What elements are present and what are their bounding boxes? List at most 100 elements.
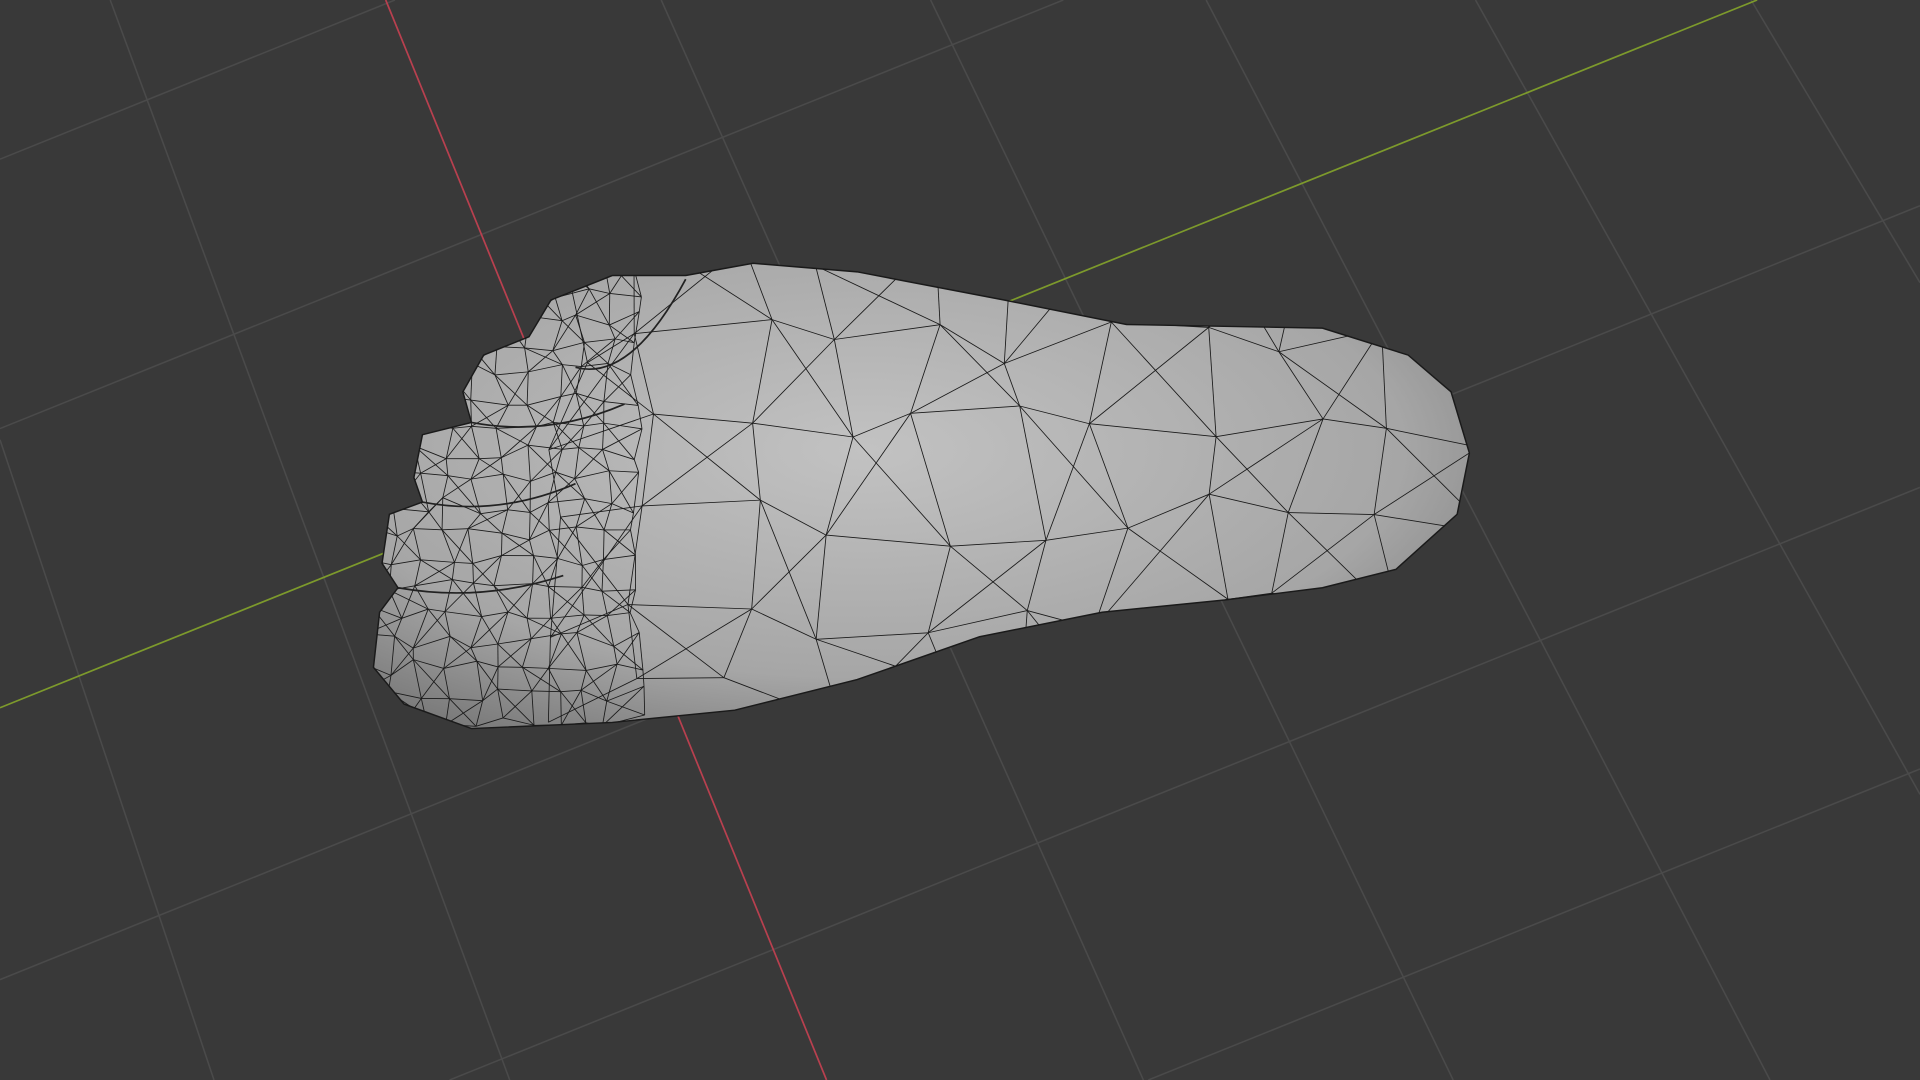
mesh-edge: [420, 343, 456, 368]
mesh-edge: [364, 390, 373, 422]
mesh-edge: [1271, 592, 1402, 624]
mesh-edge: [391, 419, 415, 447]
mesh-edge: [396, 322, 419, 337]
mesh-edge: [373, 344, 390, 373]
mesh-edge: [532, 265, 536, 294]
mesh-edge: [373, 372, 375, 391]
mesh-edge: [360, 257, 370, 292]
mesh-edge: [467, 315, 478, 343]
mesh-edge: [1401, 622, 1470, 634]
mesh-edge: [373, 564, 392, 590]
mesh-edge: [418, 393, 454, 429]
mesh-edge: [364, 423, 368, 453]
mesh-edge: [361, 558, 372, 589]
grid-line: [1474, 0, 1920, 795]
mesh-edge: [575, 269, 590, 290]
mesh-edge: [417, 310, 421, 337]
mesh-edge: [949, 678, 1023, 685]
mesh-edge: [575, 263, 604, 270]
mesh-edge: [446, 362, 473, 372]
mesh-edge: [365, 607, 371, 634]
mesh-edge: [551, 263, 590, 290]
mesh-edge: [1181, 599, 1229, 697]
mesh-edge: [496, 321, 507, 347]
mesh-edge: [535, 292, 556, 299]
mesh-edge: [418, 366, 422, 394]
3d-viewport[interactable]: [0, 0, 1920, 1080]
mesh-edge: [455, 317, 468, 343]
mesh-edge: [439, 267, 470, 297]
mesh-edge: [1110, 263, 1124, 323]
mesh-edge: [361, 481, 373, 503]
mesh-edge: [936, 240, 1011, 260]
mesh-edge: [451, 397, 454, 429]
grid-line: [0, 0, 396, 160]
mesh-edge: [1392, 263, 1459, 361]
mesh-edge: [455, 315, 478, 345]
mesh-edge: [360, 662, 371, 686]
mesh-edge: [1102, 695, 1183, 704]
mesh-edge: [1181, 592, 1273, 697]
mesh-edge: [1205, 263, 1210, 328]
mesh-edge: [373, 502, 394, 509]
mesh-edge: [446, 344, 456, 372]
mesh-edge: [373, 338, 375, 373]
mesh-edge: [373, 471, 396, 482]
mesh-edge: [501, 533, 503, 556]
mesh-edge: [1283, 683, 1406, 694]
mesh-edge: [427, 397, 453, 428]
mesh-edge: [389, 335, 419, 345]
mesh-edge: [840, 684, 950, 723]
mesh-edge: [373, 418, 392, 423]
mesh-edge: [467, 341, 497, 348]
mesh-edge: [392, 472, 421, 509]
mesh-edge: [360, 634, 366, 662]
mesh-edge: [563, 231, 634, 248]
mesh-edge: [1393, 220, 1464, 244]
mesh-edge: [373, 449, 397, 481]
mesh-edge: [1405, 632, 1470, 685]
mesh-edge: [387, 344, 390, 366]
mesh-edge: [394, 393, 419, 395]
mesh-edge: [368, 325, 370, 339]
mesh-edge: [634, 231, 744, 245]
mesh-edge: [421, 288, 449, 298]
mesh-edge: [389, 322, 397, 345]
mesh-edge: [373, 338, 390, 345]
mesh-edge: [373, 394, 396, 423]
mesh-edge: [392, 263, 394, 289]
mesh-edge: [387, 365, 421, 368]
foot-mesh[interactable]: [360, 220, 1492, 730]
mesh-edge: [373, 451, 396, 472]
mesh-edge: [448, 266, 475, 290]
mesh-edge: [419, 296, 423, 311]
mesh-edge: [1458, 263, 1465, 361]
mesh-edge: [373, 338, 388, 366]
mesh-edge: [446, 371, 453, 398]
mesh-edge: [1400, 623, 1407, 685]
mesh-edge: [392, 471, 396, 509]
mesh-edge: [455, 314, 478, 319]
mesh-edge: [1381, 263, 1394, 329]
mesh-edge: [420, 288, 449, 311]
mesh-edge: [420, 263, 441, 268]
mesh-edge: [421, 296, 457, 319]
mesh-edge: [477, 289, 505, 316]
mesh-edge: [552, 263, 577, 270]
mesh-edge: [393, 287, 422, 298]
mesh-edge: [373, 287, 394, 326]
mesh-edge: [420, 263, 423, 297]
mesh-edge: [373, 291, 397, 323]
mesh-edge: [468, 296, 478, 316]
mesh-edge: [477, 314, 507, 323]
mesh-edge: [468, 289, 505, 298]
mesh-edge: [417, 336, 422, 368]
mesh-edge: [1026, 610, 1103, 704]
mesh-edge: [1021, 628, 1094, 680]
mesh-edge: [393, 263, 422, 289]
mesh-edge: [417, 336, 447, 372]
mesh-edge: [389, 309, 421, 345]
mesh-edge: [439, 267, 450, 290]
mesh-edge: [1011, 222, 1123, 261]
mesh-edge: [373, 717, 400, 729]
